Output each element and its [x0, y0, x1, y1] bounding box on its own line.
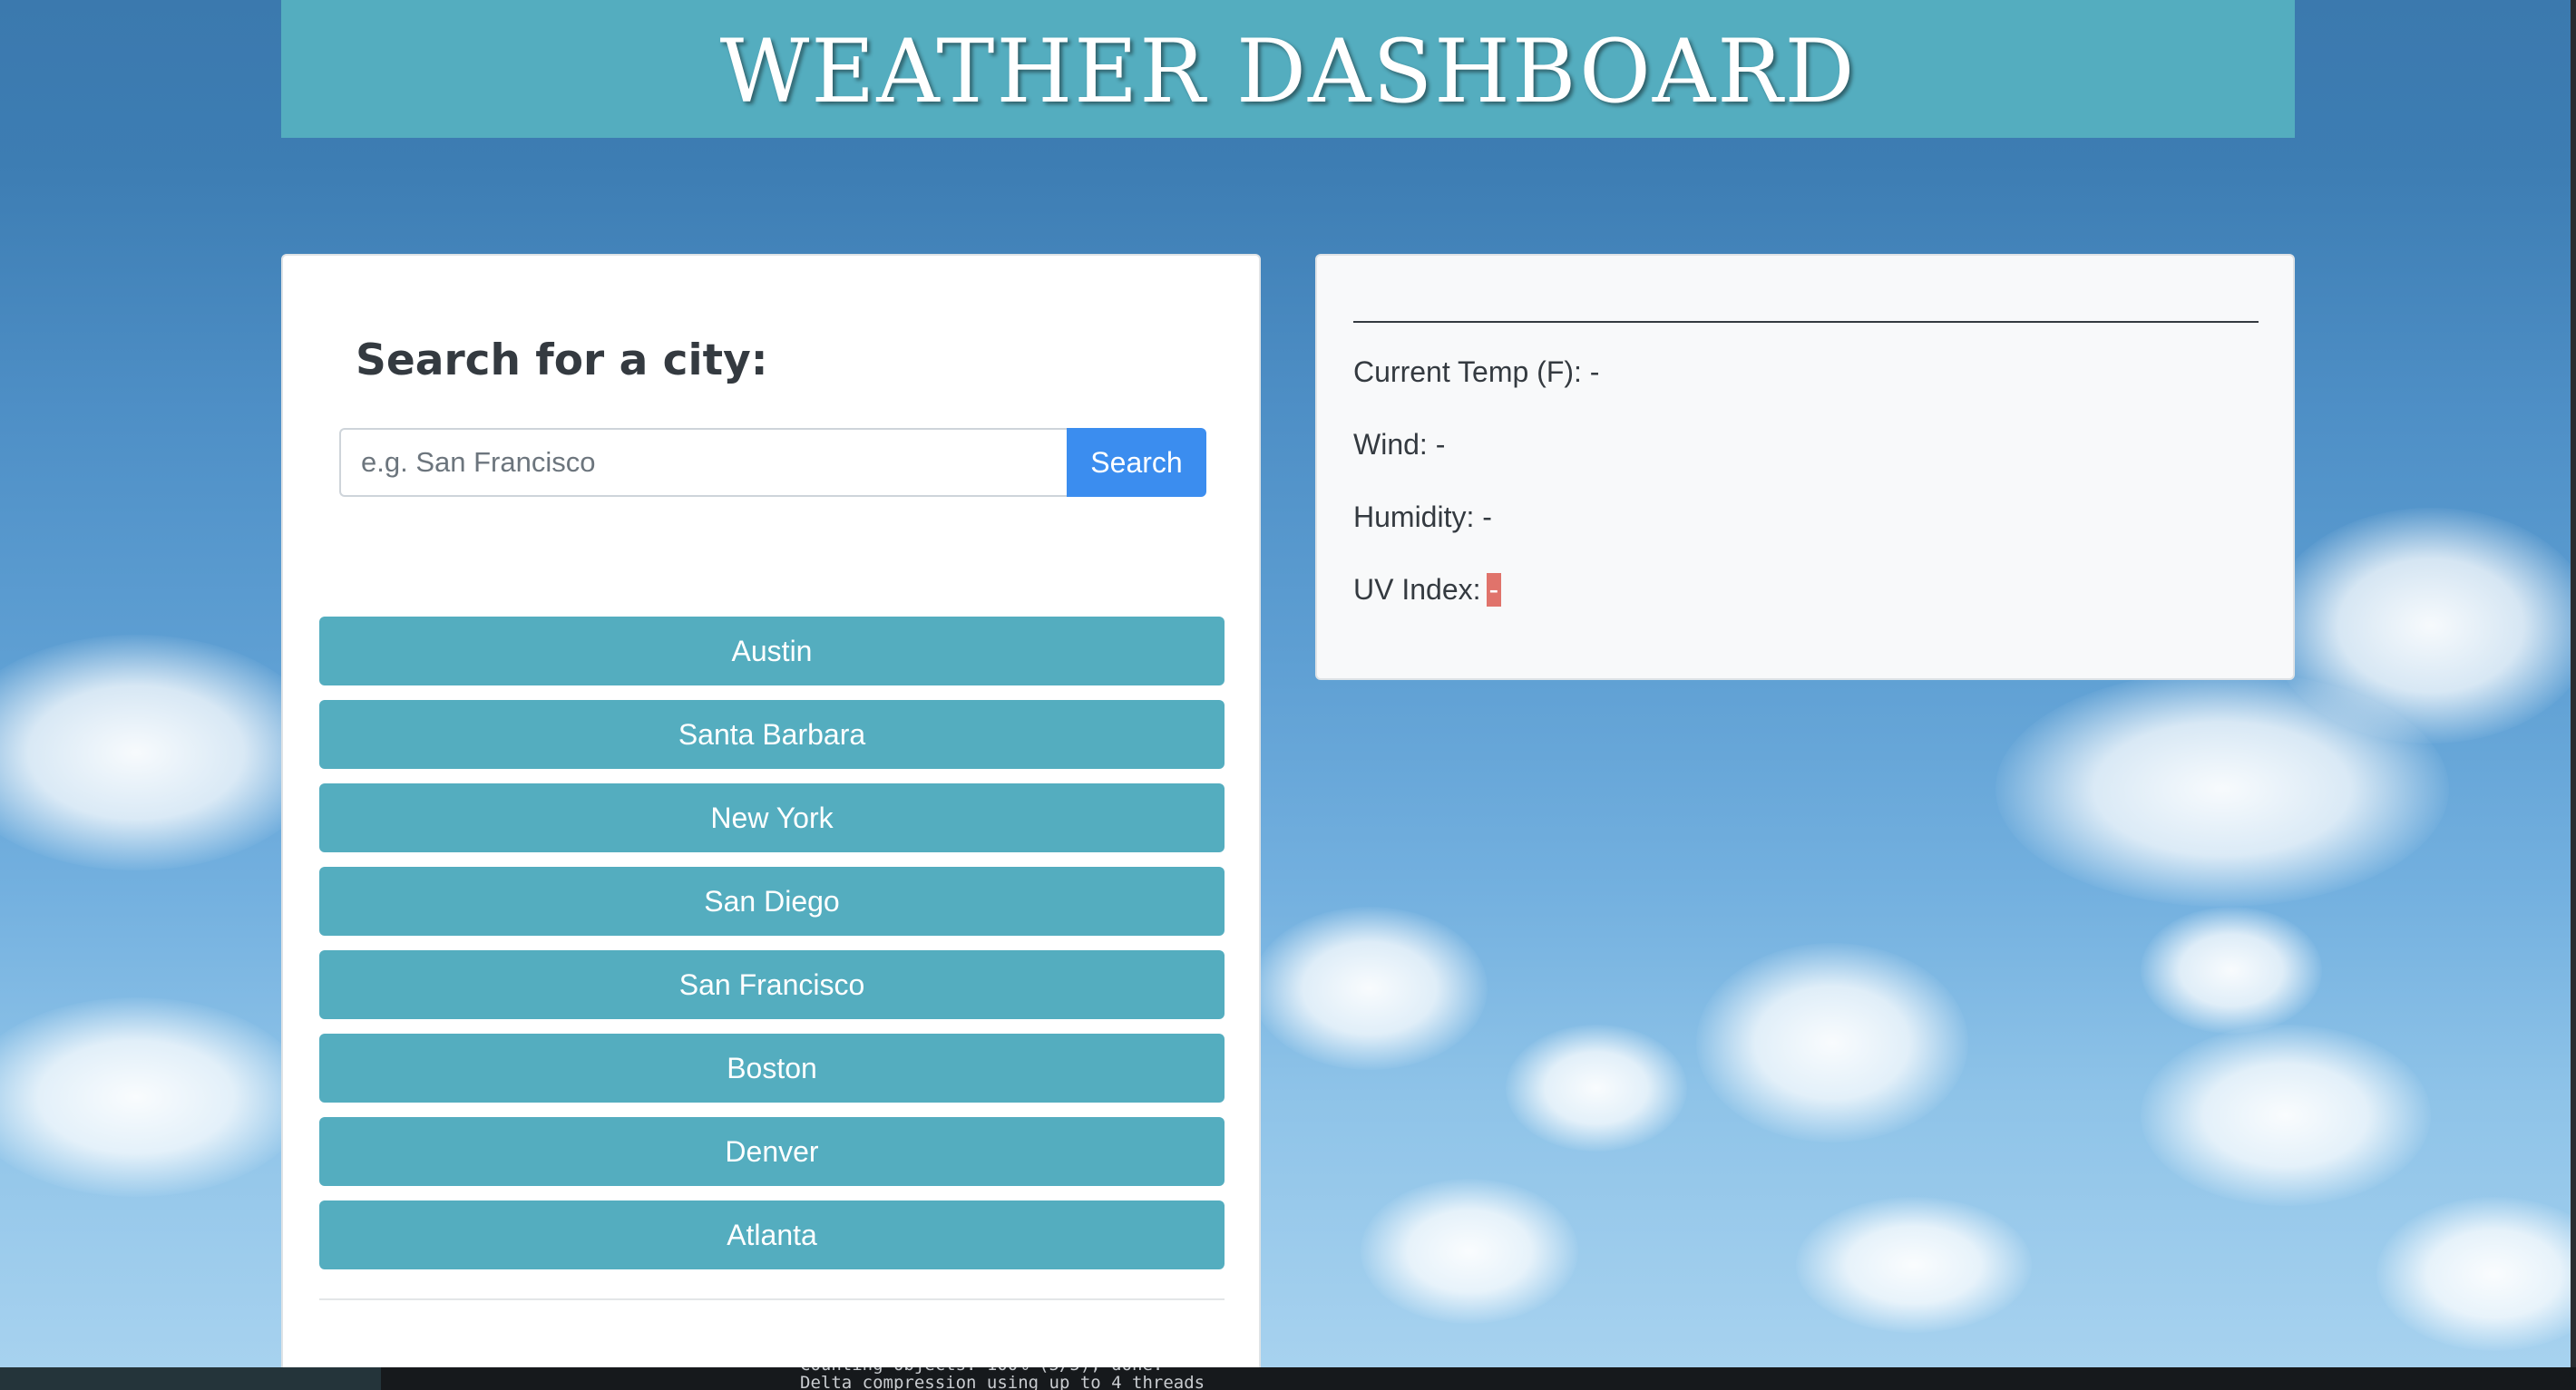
humidity-row: Humidity: - — [1353, 501, 1492, 534]
cloud-decoration — [0, 635, 327, 870]
cloud-decoration — [0, 997, 308, 1197]
city-button-denver[interactable]: Denver — [319, 1117, 1225, 1186]
search-button[interactable]: Search — [1067, 428, 1206, 497]
current-weather-card: Current Temp (F): - Wind: - Humidity: - … — [1315, 254, 2295, 680]
cloud-decoration — [1506, 1025, 1687, 1152]
wind-row: Wind: - — [1353, 428, 1445, 462]
list-item: Denver — [319, 1117, 1225, 1186]
cloud-decoration — [2141, 1025, 2431, 1206]
cloud-decoration — [1796, 1197, 2032, 1333]
list-item: Boston — [319, 1034, 1225, 1103]
header-banner: WEATHER DASHBOARD — [281, 0, 2295, 138]
city-search-input[interactable] — [339, 428, 1067, 497]
city-title-divider — [1353, 321, 2259, 323]
current-temp-row: Current Temp (F): - — [1353, 355, 1599, 389]
list-item: New York — [319, 783, 1225, 852]
current-temp-label: Current Temp (F): — [1353, 355, 1582, 388]
uv-index-label: UV Index: — [1353, 573, 1481, 606]
city-button-new-york[interactable]: New York — [319, 783, 1225, 852]
page-title: WEATHER DASHBOARD — [719, 21, 1857, 122]
cloud-decoration — [2141, 907, 2322, 1034]
city-button-san-francisco[interactable]: San Francisco — [319, 950, 1225, 1019]
cloud-decoration — [1696, 943, 1968, 1142]
wind-label: Wind: — [1353, 428, 1428, 461]
search-heading: Search for a city: — [356, 335, 768, 385]
uv-index-badge: - — [1486, 573, 1502, 607]
terminal-line: Delta compression using up to 4 threads — [800, 1373, 1205, 1390]
terminal-strip: Counting objects: 100% (5/5), done. Delt… — [0, 1367, 2576, 1390]
city-button-santa-barbara[interactable]: Santa Barbara — [319, 700, 1225, 769]
terminal-block — [0, 1367, 381, 1390]
list-item: San Diego — [319, 867, 1225, 936]
humidity-value: - — [1482, 501, 1492, 533]
uv-index-row: UV Index: - — [1353, 573, 1502, 607]
cloud-decoration — [2376, 1197, 2571, 1351]
list-item: San Francisco — [319, 950, 1225, 1019]
cloud-decoration — [1252, 907, 1488, 1070]
city-button-boston[interactable]: Boston — [319, 1034, 1225, 1103]
humidity-label: Humidity: — [1353, 501, 1475, 533]
list-item: Austin — [319, 617, 1225, 685]
list-item: Santa Barbara — [319, 700, 1225, 769]
city-button-austin[interactable]: Austin — [319, 617, 1225, 685]
city-history-list: Austin Santa Barbara New York San Diego … — [319, 617, 1225, 1284]
divider — [319, 1298, 1225, 1300]
cloud-decoration — [1361, 1179, 1578, 1324]
search-card: Search for a city: Search Austin Santa B… — [281, 254, 1261, 1367]
current-temp-value: - — [1589, 355, 1600, 388]
cloud-decoration — [1995, 671, 2449, 907]
city-button-atlanta[interactable]: Atlanta — [319, 1200, 1225, 1269]
search-form: Search — [339, 428, 1206, 497]
city-button-san-diego[interactable]: San Diego — [319, 867, 1225, 936]
cloud-decoration — [2268, 508, 2571, 744]
page-background: WEATHER DASHBOARD Search for a city: Sea… — [0, 0, 2571, 1367]
wind-value: - — [1435, 428, 1446, 461]
list-item: Atlanta — [319, 1200, 1225, 1269]
window-edge — [2571, 0, 2576, 1390]
